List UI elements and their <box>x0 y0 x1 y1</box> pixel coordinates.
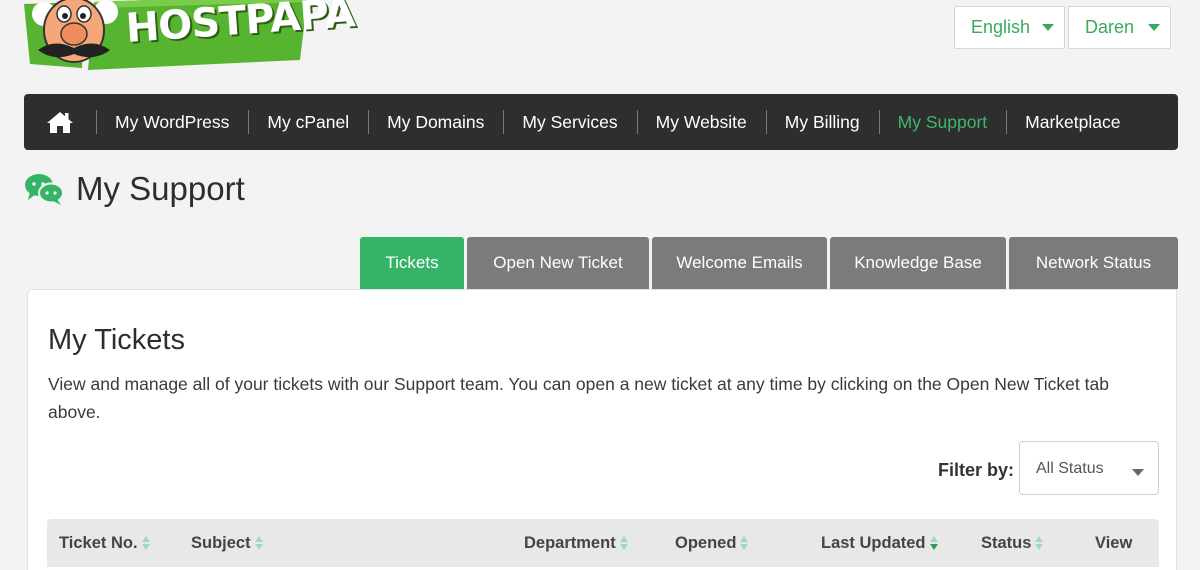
tab-label: Tickets <box>385 253 439 272</box>
main-nav: My WordPress My cPanel My Domains My Ser… <box>24 94 1178 150</box>
support-tabs: Tickets Open New Ticket Welcome Emails K… <box>360 237 1181 289</box>
tickets-description: View and manage all of your tickets with… <box>48 374 1109 422</box>
column-label: View <box>1095 533 1133 552</box>
nav-item-my-services[interactable]: My Services <box>503 94 636 150</box>
column-label: Department <box>524 533 616 552</box>
nav-item-my-support[interactable]: My Support <box>878 94 1006 150</box>
tab-network-status[interactable]: Network Status <box>1009 237 1178 289</box>
tickets-table-header: Ticket No. Subject Department Opened Las… <box>47 519 1159 567</box>
column-ticket-no[interactable]: Ticket No. <box>59 519 151 567</box>
column-label: Last Updated <box>821 533 926 552</box>
page-header: My Support <box>24 170 245 208</box>
sort-icon <box>254 536 264 550</box>
user-select[interactable]: Daren <box>1068 6 1171 49</box>
column-label: Ticket No. <box>59 533 138 552</box>
column-subject[interactable]: Subject <box>191 519 264 567</box>
sort-icon <box>141 536 151 550</box>
sort-icon <box>619 536 629 550</box>
nav-item-my-website[interactable]: My Website <box>636 94 766 150</box>
page-title: My Support <box>76 170 245 207</box>
hostpapa-logo[interactable]: HOSTPAPA <box>24 0 356 74</box>
nav-item-label: My Billing <box>784 111 860 132</box>
nav-item-my-wordpress[interactable]: My WordPress <box>96 94 248 150</box>
status-filter-select[interactable]: All Status <box>1019 441 1159 495</box>
tab-label: Welcome Emails <box>676 253 803 272</box>
nav-item-label: My WordPress <box>115 111 230 132</box>
chevron-down-icon <box>1042 24 1054 31</box>
tab-welcome-emails[interactable]: Welcome Emails <box>652 237 827 289</box>
status-filter-value: All Status <box>1036 460 1104 477</box>
chevron-down-icon <box>1132 469 1144 476</box>
nav-home-button[interactable] <box>24 94 96 150</box>
chat-bubbles-icon <box>25 174 64 205</box>
nav-item-label: My Services <box>522 111 618 132</box>
nav-item-label: My Domains <box>387 111 485 132</box>
tab-label: Knowledge Base <box>854 253 982 272</box>
tab-knowledge-base[interactable]: Knowledge Base <box>830 237 1006 289</box>
user-select-value: Daren <box>1085 17 1135 37</box>
sort-desc-icon <box>929 536 939 550</box>
column-label: Status <box>981 533 1032 552</box>
nav-item-my-cpanel[interactable]: My cPanel <box>248 94 368 150</box>
nav-item-label: Marketplace <box>1025 111 1121 132</box>
nav-item-label: My cPanel <box>267 111 350 132</box>
language-select[interactable]: English <box>954 6 1065 49</box>
column-label: Subject <box>191 533 251 552</box>
tab-tickets[interactable]: Tickets <box>360 237 464 289</box>
column-department[interactable]: Department <box>524 519 629 567</box>
home-icon <box>47 112 73 133</box>
sort-icon <box>1035 536 1044 550</box>
column-status[interactable]: Status <box>981 519 1044 567</box>
nav-item-marketplace[interactable]: Marketplace <box>1006 94 1139 150</box>
tab-label: Open New Ticket <box>493 253 623 272</box>
chevron-down-icon <box>1148 24 1160 31</box>
column-view: View <box>1095 519 1132 567</box>
nav-item-label: My Website <box>655 111 747 132</box>
tab-label: Network Status <box>1035 253 1152 272</box>
tab-open-new-ticket[interactable]: Open New Ticket <box>467 237 649 289</box>
nav-item-label: My Support <box>897 111 988 132</box>
tickets-title: My Tickets <box>48 324 185 356</box>
nav-item-my-domains[interactable]: My Domains <box>368 94 503 150</box>
tickets-panel: My Tickets View and manage all of your t… <box>27 289 1177 570</box>
filter-label: Filter by: <box>938 460 1015 480</box>
nav-item-my-billing[interactable]: My Billing <box>765 94 879 150</box>
column-opened[interactable]: Opened <box>675 519 749 567</box>
column-last-updated[interactable]: Last Updated <box>821 519 939 567</box>
sort-icon <box>740 536 749 550</box>
column-label: Opened <box>675 533 737 552</box>
language-select-value: English <box>971 17 1031 37</box>
